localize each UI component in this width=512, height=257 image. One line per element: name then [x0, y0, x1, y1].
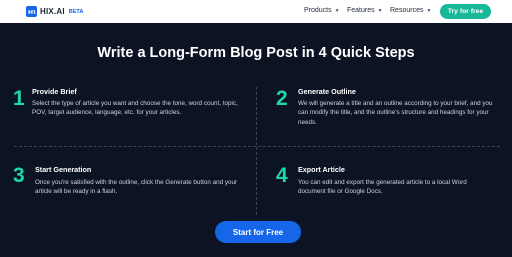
logo-icon [26, 6, 37, 17]
vertical-divider [256, 87, 257, 215]
horizontal-divider [14, 146, 500, 147]
logo[interactable]: HIX.AI BETA [26, 6, 83, 17]
step-description: Once you're satisfied with the outline, … [35, 179, 238, 196]
nav-products-label: Products [304, 7, 332, 14]
try-for-free-button[interactable]: Try for free [440, 4, 491, 19]
step-number: 4 [276, 164, 288, 187]
page-title: Write a Long-Form Blog Post in 4 Quick S… [97, 45, 415, 61]
step-title: Generate Outline [298, 87, 356, 96]
step-description: You can edit and export the generated ar… [298, 179, 467, 196]
step-title: Export Article [298, 165, 345, 174]
start-for-free-button[interactable]: Start for Free [215, 221, 301, 243]
step-number: 1 [13, 87, 25, 110]
nav-resources[interactable]: Resources ▼ [390, 7, 431, 14]
logo-text: HIX.AI [40, 7, 65, 16]
step-title: Provide Brief [32, 87, 77, 96]
chevron-down-icon: ▼ [334, 7, 340, 14]
step-number: 3 [13, 164, 25, 187]
nav-products[interactable]: Products ▼ [304, 7, 340, 14]
step-title: Start Generation [35, 165, 92, 174]
nav-resources-label: Resources [390, 7, 424, 14]
step-description: We will generate a title and an outline … [298, 100, 493, 126]
chevron-down-icon: ▼ [426, 7, 432, 14]
top-navbar: HIX.AI BETA Products ▼ Features ▼ Resour… [0, 0, 512, 23]
beta-badge: BETA [68, 8, 84, 15]
step-number: 2 [276, 87, 288, 110]
step-description: Select the type of article you want and … [32, 100, 238, 117]
nav-features[interactable]: Features ▼ [347, 7, 383, 14]
nav-features-label: Features [347, 7, 375, 14]
chevron-down-icon: ▼ [377, 7, 383, 14]
